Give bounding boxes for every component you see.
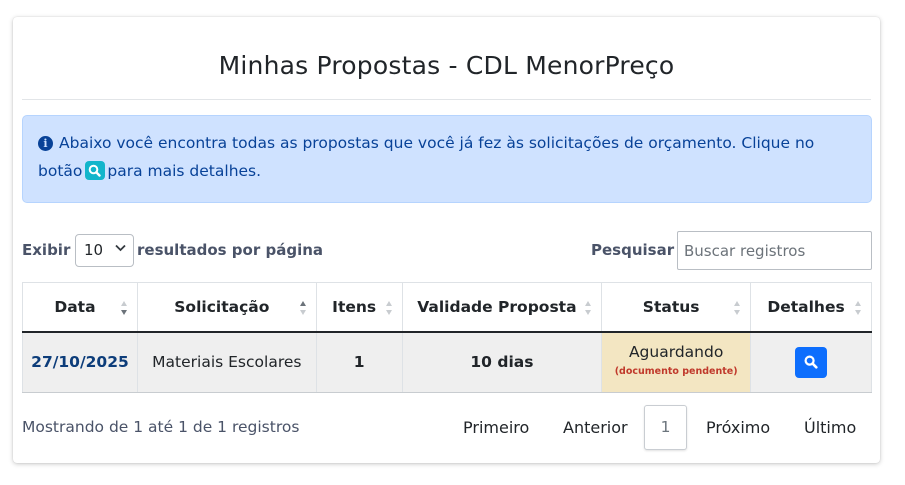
cell-items: 1 [315,331,403,393]
table-controls: Exibir resultados por página 10 Pesquisa… [22,231,872,271]
cell-validity: 10 dias [401,331,603,393]
page-title: Minhas Propostas - CDL MenorPreço [218,51,675,80]
sort-arrows-icon [855,301,861,315]
cell-status: Aguardando (documento pendente) [601,331,752,393]
column-header-validity[interactable]: Validade Proposta [401,282,603,333]
column-label-items: Itens [332,297,377,316]
cell-date: 27/10/2025 [22,331,138,393]
chevron-down-icon [115,244,126,252]
column-header-details[interactable]: Detalhes [750,282,872,333]
column-header-items[interactable]: Itens [315,282,403,333]
table-row: 27/10/2025 Materiais Escolares 1 10 dias… [22,331,872,393]
pagination-first[interactable]: Primeiro [463,418,529,437]
search-input[interactable] [677,231,872,270]
column-header-status[interactable]: Status [601,282,752,333]
pagination-next[interactable]: Próximo [706,418,770,437]
show-suffix: resultados por página [137,241,324,259]
pagination-previous[interactable]: Anterior [563,418,628,437]
sort-asc-icon [299,301,306,315]
pagination-current-page[interactable]: 1 [644,405,687,450]
search-label: Pesquisar [591,241,675,259]
column-label-status: Status [642,297,700,316]
status-text: Aguardando [628,343,724,362]
cell-details [750,331,872,393]
proposals-table: Data Solicitação Itens Validade Proposta… [22,282,872,393]
sort-arrows-icon [734,301,741,315]
sort-arrows-icon [585,301,592,315]
info-alert: i Abaixo você encontra todas as propostas… [22,115,872,203]
page-size-value: 10 [84,241,104,259]
column-header-request[interactable]: Solicitação [136,282,317,333]
column-label-validity: Validade Proposta [417,297,577,316]
pagination-last[interactable]: Último [804,418,856,437]
table-header-row: Data Solicitação Itens Validade Proposta… [22,282,872,333]
sort-desc-icon [120,301,127,315]
search-icon [804,355,818,369]
title-divider [22,99,871,100]
info-circle-icon: i [38,136,53,151]
show-prefix: Exibir [22,241,71,259]
proposals-card: Minhas Propostas - CDL MenorPreço i Abaix… [13,17,880,463]
sort-arrows-icon [385,301,392,315]
details-button[interactable] [795,346,828,378]
column-label-date: Data [54,297,96,316]
records-info: Mostrando de 1 até 1 de 1 registros [22,418,300,436]
column-header-date[interactable]: Data [22,282,138,333]
alert-text-after: para mais detalhes. [107,162,262,180]
column-label-request: Solicitação [174,297,270,316]
inline-search-icon [85,161,106,180]
column-label-details: Detalhes [767,297,845,316]
status-note: (documento pendente) [614,366,738,378]
page-size-select[interactable]: 10 [75,234,134,267]
cell-request: Materiais Escolares [136,331,317,393]
